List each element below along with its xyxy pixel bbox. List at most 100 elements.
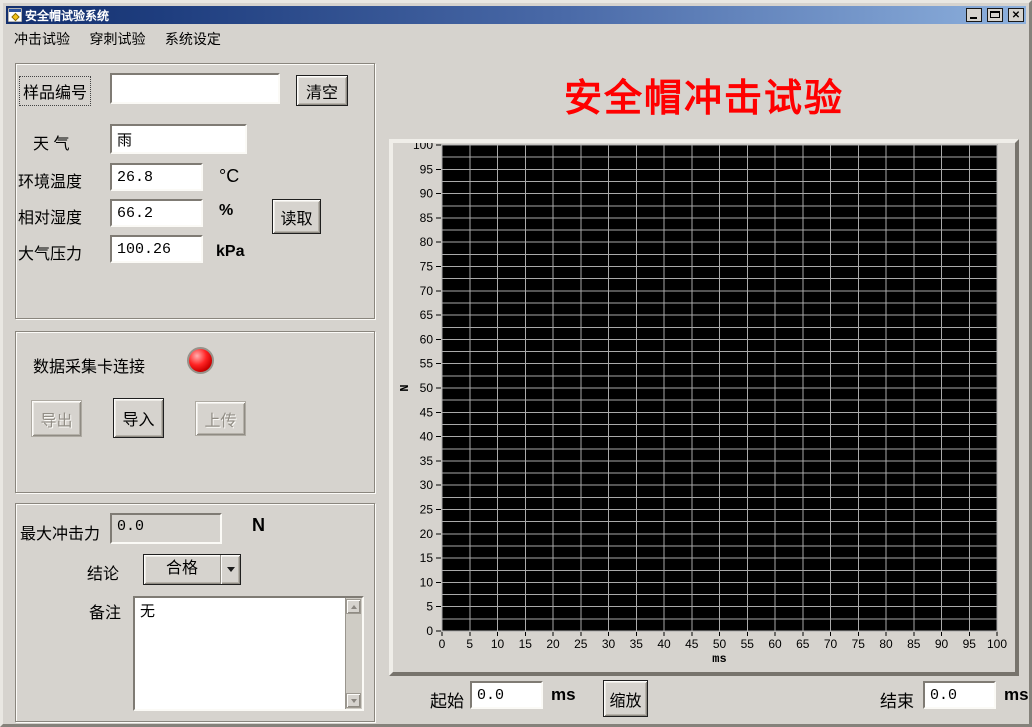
impact-chart-panel: 0510152025303540455055606570758085909510… [389,139,1019,676]
remark-textarea[interactable]: 无 [135,598,345,709]
menubar: 冲击试验 穿刺试验 系统设定 [6,24,1026,50]
end-time-input[interactable] [923,681,996,709]
start-time-input[interactable] [470,681,543,709]
svg-text:85: 85 [420,211,434,225]
humidity-input[interactable] [110,199,203,227]
app-window: 安全帽试验系统 ✕ 冲击试验 穿刺试验 系统设定 样品编号 清空 天 气 环境温… [0,0,1032,727]
dropdown-arrow-button[interactable] [220,555,240,584]
max-force-value: 0.0 [110,513,222,544]
svg-text:60: 60 [768,637,782,651]
arrow-up-icon [351,605,357,609]
temperature-label: 环境温度 [18,168,82,192]
sample-number-input[interactable] [110,73,280,104]
zoom-button[interactable]: 缩放 [603,680,648,717]
svg-text:ms: ms [712,652,726,666]
svg-text:45: 45 [420,405,434,419]
remark-label: 备注 [89,599,121,623]
conclusion-dropdown[interactable]: 合格 [143,554,241,585]
temperature-unit: °C [219,166,239,187]
svg-text:40: 40 [420,430,434,444]
weather-label: 天 气 [33,130,69,154]
svg-text:45: 45 [685,637,699,651]
humidity-label: 相对湿度 [18,204,82,228]
daq-connection-label: 数据采集卡连接 [33,353,145,377]
svg-text:70: 70 [824,637,838,651]
svg-text:55: 55 [741,637,755,651]
arrow-down-icon [351,699,357,703]
chart-title: 安全帽冲击试验 [389,67,1019,122]
svg-text:10: 10 [420,575,434,589]
scroll-down-button[interactable] [346,693,361,708]
conclusion-value: 合格 [144,555,220,584]
chevron-down-icon [227,567,235,572]
app-icon [8,8,22,22]
conclusion-label: 结论 [87,560,119,584]
pressure-unit: kPa [216,243,244,261]
svg-text:N: N [398,384,412,391]
window-title: 安全帽试验系统 [25,7,961,24]
svg-text:15: 15 [519,637,533,651]
menu-puncture-test[interactable]: 穿刺试验 [82,24,152,49]
close-button[interactable]: ✕ [1008,8,1024,22]
scroll-up-button[interactable] [346,599,361,614]
impact-chart: 0510152025303540455055606570758085909510… [393,143,1015,672]
svg-text:75: 75 [420,260,434,274]
svg-text:90: 90 [420,187,434,201]
svg-text:30: 30 [420,478,434,492]
start-label: 起始 [430,687,464,712]
pressure-label: 大气压力 [18,240,82,264]
maximize-button[interactable] [987,8,1003,22]
svg-text:80: 80 [420,235,434,249]
end-label: 结束 [880,687,914,712]
import-button[interactable]: 导入 [113,398,164,438]
upload-button[interactable]: 上传 [195,401,246,436]
svg-text:20: 20 [420,527,434,541]
remark-box: 无 [133,596,364,711]
remark-scrollbar[interactable] [345,598,362,709]
svg-text:55: 55 [420,357,434,371]
svg-text:75: 75 [852,637,866,651]
svg-text:60: 60 [420,332,434,346]
svg-text:5: 5 [466,637,473,651]
svg-text:85: 85 [907,637,921,651]
weather-input[interactable] [110,124,247,154]
svg-text:20: 20 [546,637,560,651]
titlebar: 安全帽试验系统 ✕ [6,6,1026,24]
svg-text:95: 95 [420,162,434,176]
svg-text:10: 10 [491,637,505,651]
svg-text:50: 50 [420,381,434,395]
read-button[interactable]: 读取 [272,199,321,234]
menu-impact-test[interactable]: 冲击试验 [7,24,77,49]
svg-text:65: 65 [420,308,434,322]
svg-text:15: 15 [420,551,434,565]
humidity-unit: % [219,202,233,220]
sample-number-label: 样品编号 [19,76,91,106]
svg-text:0: 0 [426,624,433,638]
svg-text:50: 50 [713,637,727,651]
svg-text:95: 95 [963,637,977,651]
start-unit: ms [551,685,576,705]
svg-text:30: 30 [602,637,616,651]
svg-text:65: 65 [796,637,810,651]
pressure-input[interactable] [110,235,203,263]
svg-text:80: 80 [879,637,893,651]
svg-text:25: 25 [574,637,588,651]
temperature-input[interactable] [110,163,203,191]
svg-text:5: 5 [426,600,433,614]
export-button[interactable]: 导出 [31,400,82,437]
svg-text:35: 35 [630,637,644,651]
clear-button[interactable]: 清空 [296,75,348,106]
end-unit: ms [1004,685,1029,705]
connection-led-indicator [187,347,214,374]
menu-system-settings[interactable]: 系统设定 [158,24,228,49]
max-force-label: 最大冲击力 [20,520,100,544]
svg-text:25: 25 [420,503,434,517]
svg-text:70: 70 [420,284,434,298]
max-force-unit: N [252,515,265,536]
svg-text:100: 100 [987,637,1007,651]
minimize-button[interactable] [966,8,982,22]
svg-text:100: 100 [413,143,433,152]
svg-text:0: 0 [439,637,446,651]
svg-text:90: 90 [935,637,949,651]
svg-text:40: 40 [657,637,671,651]
